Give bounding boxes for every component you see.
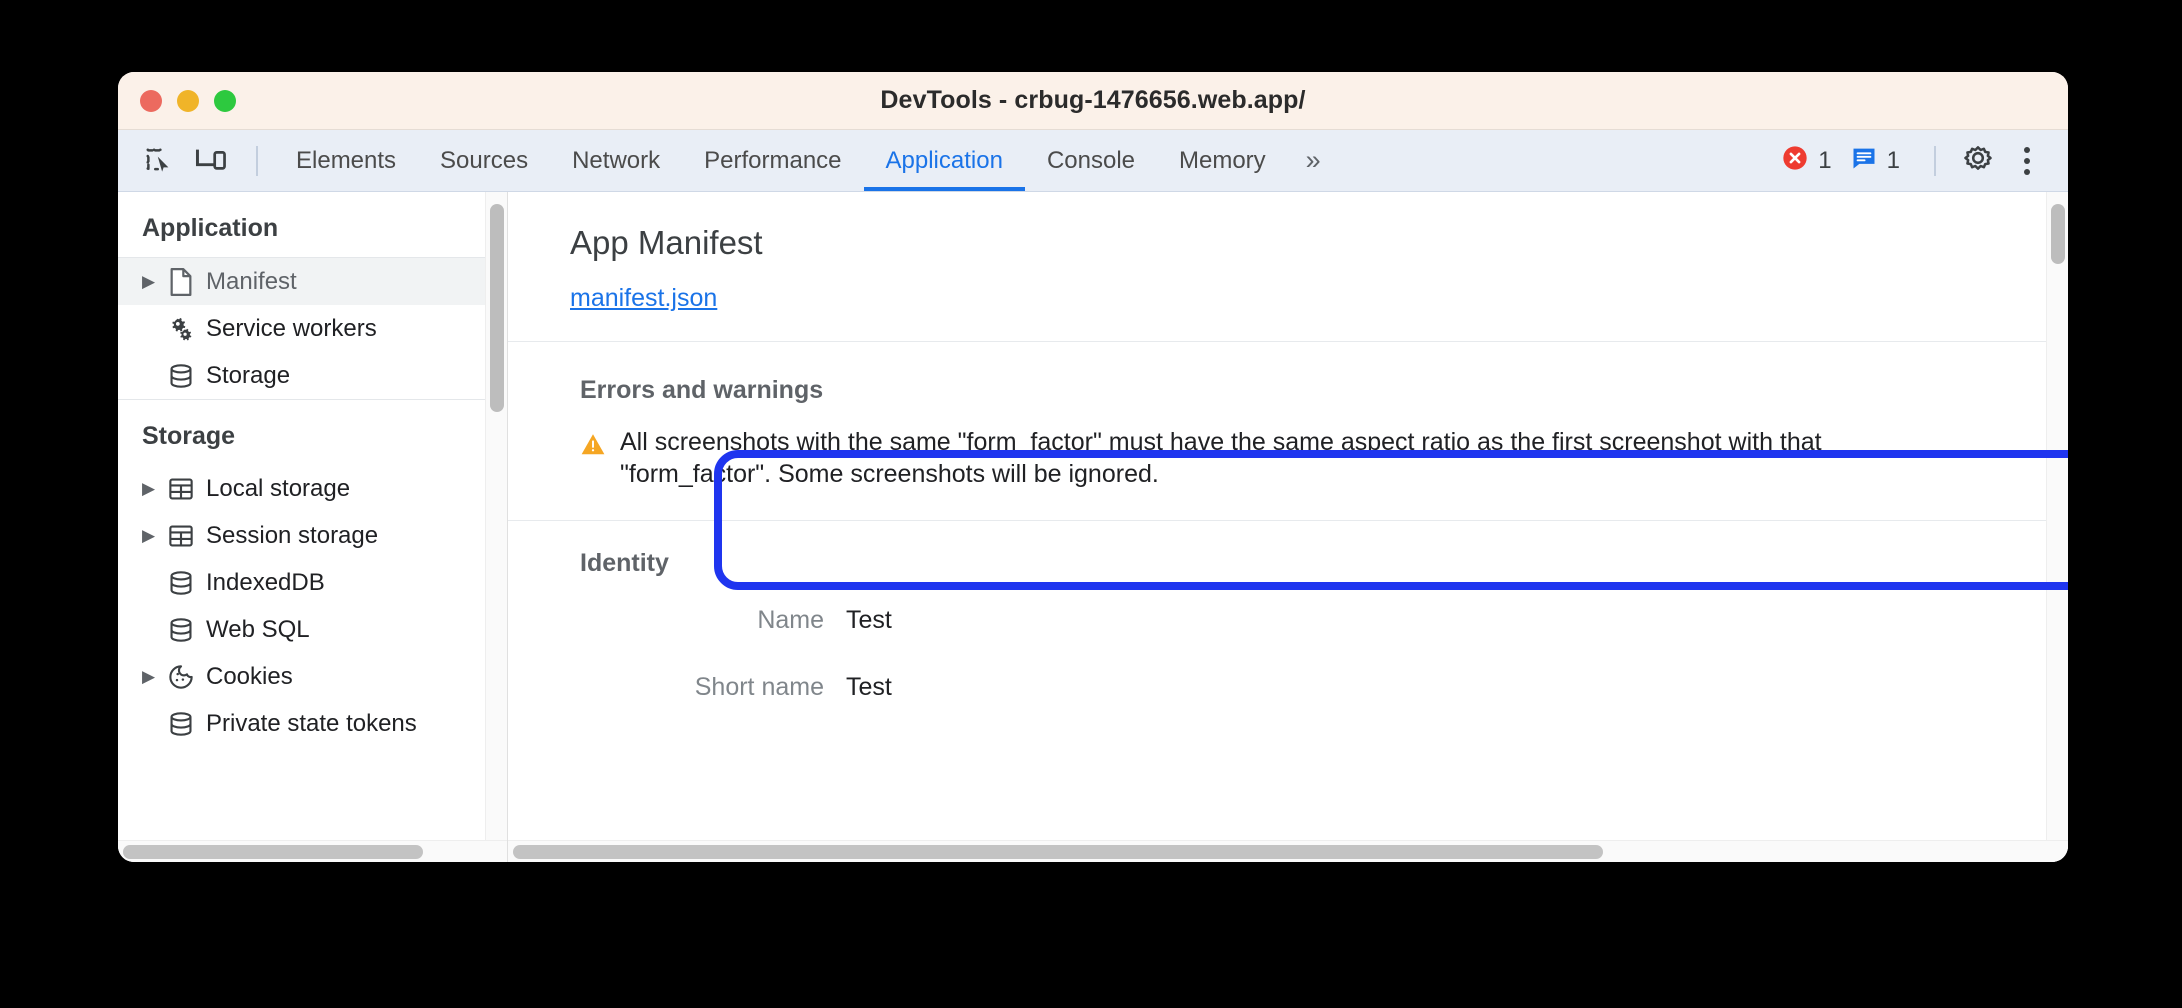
tab-performance[interactable]: Performance	[682, 130, 863, 191]
sidebar-item-label: IndexedDB	[206, 568, 325, 596]
message-count: 1	[1886, 146, 1900, 174]
error-count: 1	[1818, 146, 1832, 174]
sidebar-item-indexeddb[interactable]: ▶ IndexedDB	[118, 559, 507, 606]
traffic-lights	[140, 89, 236, 112]
toolbar-divider-2	[1934, 145, 1936, 176]
sidebar-item-label: Session storage	[206, 521, 379, 549]
expand-triangle-icon[interactable]: ▶	[142, 526, 164, 546]
table-icon	[164, 523, 198, 549]
gears-icon	[164, 315, 198, 343]
field-value: Test	[846, 606, 892, 634]
maximize-window-button[interactable]	[214, 89, 236, 112]
sidebar-vertical-scrollbar[interactable]	[485, 192, 507, 862]
manifest-json-link[interactable]: manifest.json	[570, 284, 717, 313]
more-tabs-icon[interactable]: »	[1288, 145, 1335, 176]
tab-sources[interactable]: Sources	[418, 130, 550, 191]
sidebar-item-label: Private state tokens	[206, 709, 417, 737]
sidebar-item-cookies[interactable]: ▶ Cookies	[118, 653, 507, 700]
tab-network[interactable]: Network	[550, 130, 682, 191]
sidebar-item-label: Service workers	[206, 314, 377, 342]
sidebar-horizontal-scrollbar[interactable]	[118, 840, 507, 862]
sidebar-item-label: Local storage	[206, 474, 351, 502]
panel-tabs: Elements Sources Network Performance App…	[274, 130, 1335, 191]
errors-and-warnings-section: Errors and warnings All screenshots with…	[508, 342, 2068, 520]
main-hscroll-thumb[interactable]	[513, 845, 1603, 859]
field-row-short-name: Short name Test	[580, 673, 2068, 702]
tab-application[interactable]: Application	[864, 130, 1025, 191]
warning-row: All screenshots with the same "form_fact…	[580, 427, 1910, 490]
message-bubble-icon	[1850, 144, 1878, 177]
window-title-bar: DevTools - crbug-1476656.web.app/	[118, 72, 2068, 130]
gear-icon[interactable]	[1952, 142, 2004, 179]
sidebar-item-manifest[interactable]: ▶ Manifest	[118, 258, 507, 305]
field-label: Short name	[694, 673, 824, 701]
sidebar-item-service-workers[interactable]: ▶ Service workers	[118, 305, 507, 352]
main-vertical-scrollbar[interactable]	[2046, 192, 2068, 862]
error-icon	[1781, 144, 1809, 177]
page-title: App Manifest	[570, 224, 763, 261]
main-scroll-thumb[interactable]	[2051, 204, 2065, 264]
cookie-icon	[164, 664, 198, 690]
sidebar-group-title-application: Application	[142, 214, 279, 242]
identity-section: Identity Name Test Short name Test	[508, 521, 2068, 702]
field-row-name: Name Test	[580, 606, 2068, 635]
devtools-toolbar: Elements Sources Network Performance App…	[118, 130, 2068, 192]
minimize-window-button[interactable]	[177, 89, 199, 112]
table-icon	[164, 476, 198, 502]
sidebar-item-local-storage[interactable]: ▶ Local storage	[118, 465, 507, 512]
sidebar-item-storage[interactable]: ▶ Storage	[118, 352, 507, 399]
application-sidebar: Application ▶ Manifest ▶	[118, 192, 508, 862]
sidebar-item-label: Cookies	[206, 662, 293, 690]
sidebar-item-session-storage[interactable]: ▶ Session storage	[118, 512, 507, 559]
sidebar-item-private-state-tokens[interactable]: ▶ Private state tokens	[118, 700, 507, 747]
window-title: DevTools - crbug-1476656.web.app/	[880, 86, 1306, 114]
identity-section-title: Identity	[580, 549, 669, 577]
database-icon	[164, 617, 198, 643]
tab-elements[interactable]: Elements	[274, 130, 418, 191]
errors-section-title: Errors and warnings	[580, 376, 824, 404]
toolbar-divider	[256, 145, 258, 176]
field-value: Test	[846, 673, 892, 701]
sidebar-item-label: Manifest	[206, 267, 297, 295]
inspect-element-icon[interactable]	[136, 139, 182, 183]
field-label: Name	[757, 606, 824, 634]
database-icon	[164, 570, 198, 596]
devtools-window: DevTools - crbug-1476656.web.app/ Elemen…	[118, 72, 2068, 862]
main-horizontal-scrollbar[interactable]	[508, 840, 2068, 862]
sidebar-hscroll-thumb[interactable]	[123, 845, 423, 859]
warning-triangle-icon	[580, 432, 606, 461]
message-count-group[interactable]: 1	[1850, 144, 1918, 177]
tab-console[interactable]: Console	[1025, 130, 1157, 191]
devtools-panes: Application ▶ Manifest ▶	[118, 192, 2068, 862]
kebab-menu-icon[interactable]	[2004, 146, 2050, 175]
expand-triangle-icon[interactable]: ▶	[142, 479, 164, 499]
device-toolbar-icon[interactable]	[188, 139, 234, 183]
close-window-button[interactable]	[140, 89, 162, 112]
sidebar-item-label: Web SQL	[206, 615, 310, 643]
warning-message: All screenshots with the same "form_fact…	[620, 428, 1822, 488]
database-icon	[164, 363, 198, 389]
sidebar-group-title-storage: Storage	[142, 422, 236, 450]
sidebar-item-label: Storage	[206, 361, 291, 389]
toolbar-right-icons	[1952, 142, 2068, 179]
tab-memory[interactable]: Memory	[1157, 130, 1288, 191]
sidebar-scroll-thumb[interactable]	[490, 204, 504, 412]
document-icon	[164, 267, 198, 296]
expand-triangle-icon[interactable]: ▶	[142, 667, 164, 687]
manifest-panel: App Manifest manifest.json Errors and wa…	[508, 192, 2068, 862]
database-icon	[164, 711, 198, 737]
expand-triangle-icon[interactable]: ▶	[142, 272, 164, 292]
sidebar-item-web-sql[interactable]: ▶ Web SQL	[118, 606, 507, 653]
error-count-group[interactable]: 1	[1781, 144, 1849, 177]
